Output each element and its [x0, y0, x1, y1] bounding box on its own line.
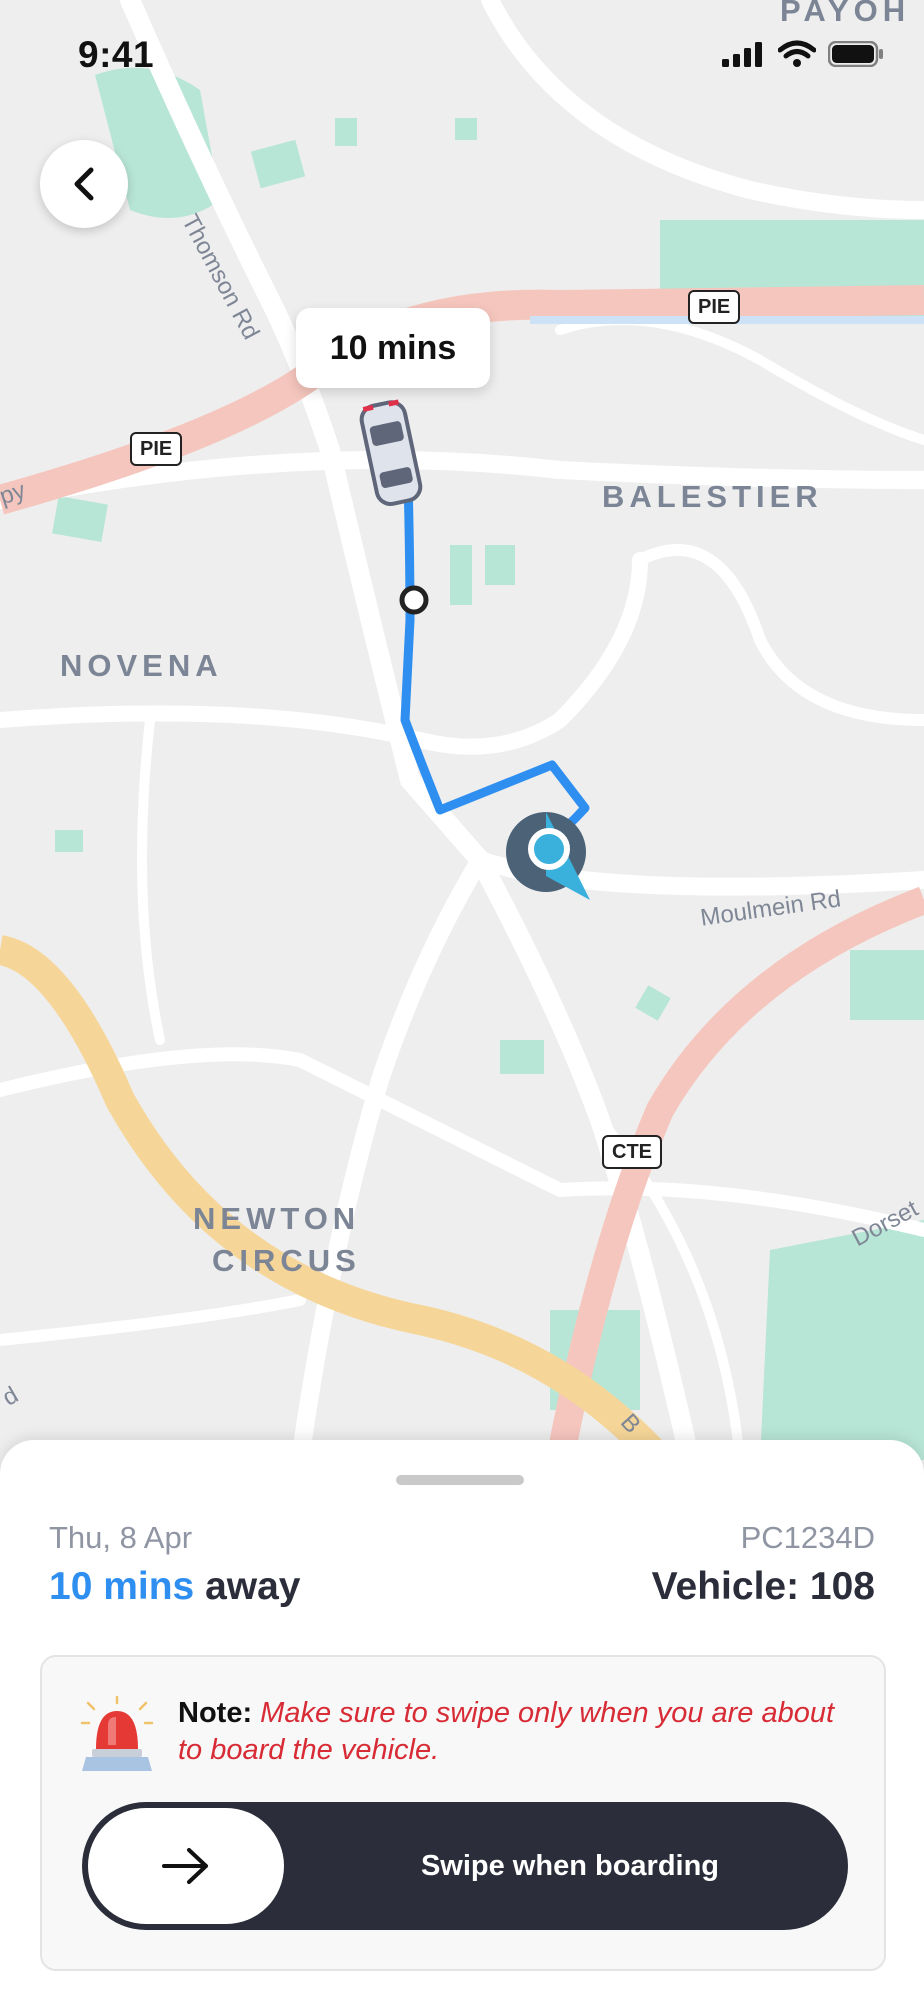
status-icons — [722, 40, 884, 68]
cellular-signal-icon — [722, 42, 762, 67]
siren-icon — [80, 1695, 154, 1771]
area-label-payoh: PAYOH — [780, 0, 911, 28]
status-time: 9:41 — [78, 34, 155, 75]
highway-shield-pie: PIE — [130, 432, 183, 466]
area-label-circus: CIRCUS — [212, 1243, 361, 1278]
eta-value: 10 mins — [49, 1565, 195, 1608]
area-label-balestier: BALESTIER — [602, 479, 823, 514]
back-button[interactable] — [40, 140, 128, 228]
arrow-right-icon — [162, 1848, 208, 1884]
swipe-to-board-slider[interactable]: Swipe when boarding — [82, 1802, 848, 1930]
swipe-label: Swipe when boarding — [420, 1850, 720, 1882]
wifi-icon — [778, 40, 816, 67]
highway-shield-pie: PIE — [688, 290, 741, 324]
license-plate: PC1234D — [740, 1520, 875, 1555]
chevron-left-icon — [74, 167, 94, 201]
note-body: Make sure to swipe only when you are abo… — [178, 1697, 835, 1766]
area-label-newton: NEWTON — [193, 1201, 361, 1236]
highway-shield-cte: CTE — [602, 1135, 662, 1169]
eta-suffix: away — [194, 1565, 301, 1608]
swipe-knob[interactable] — [88, 1808, 284, 1924]
boarding-note-card: Note: Make sure to swipe only when you a… — [40, 1655, 886, 1971]
boarding-note-text: Note: Make sure to swipe only when you a… — [178, 1695, 858, 1769]
trip-eta: 10 mins away — [49, 1565, 301, 1609]
sheet-drag-handle[interactable] — [396, 1475, 524, 1485]
trip-date: Thu, 8 Apr — [49, 1520, 193, 1555]
note-label: Note: — [178, 1697, 253, 1729]
eta-bubble: 10 mins — [296, 308, 490, 388]
battery-icon — [828, 41, 883, 67]
trip-bottom-sheet: Thu, 8 Apr 10 mins away PC1234D Vehicle:… — [0, 1440, 924, 2000]
vehicle-number: Vehicle: 108 — [651, 1565, 875, 1608]
map[interactable] — [0, 0, 924, 1460]
area-label-novena: NOVENA — [60, 648, 223, 683]
